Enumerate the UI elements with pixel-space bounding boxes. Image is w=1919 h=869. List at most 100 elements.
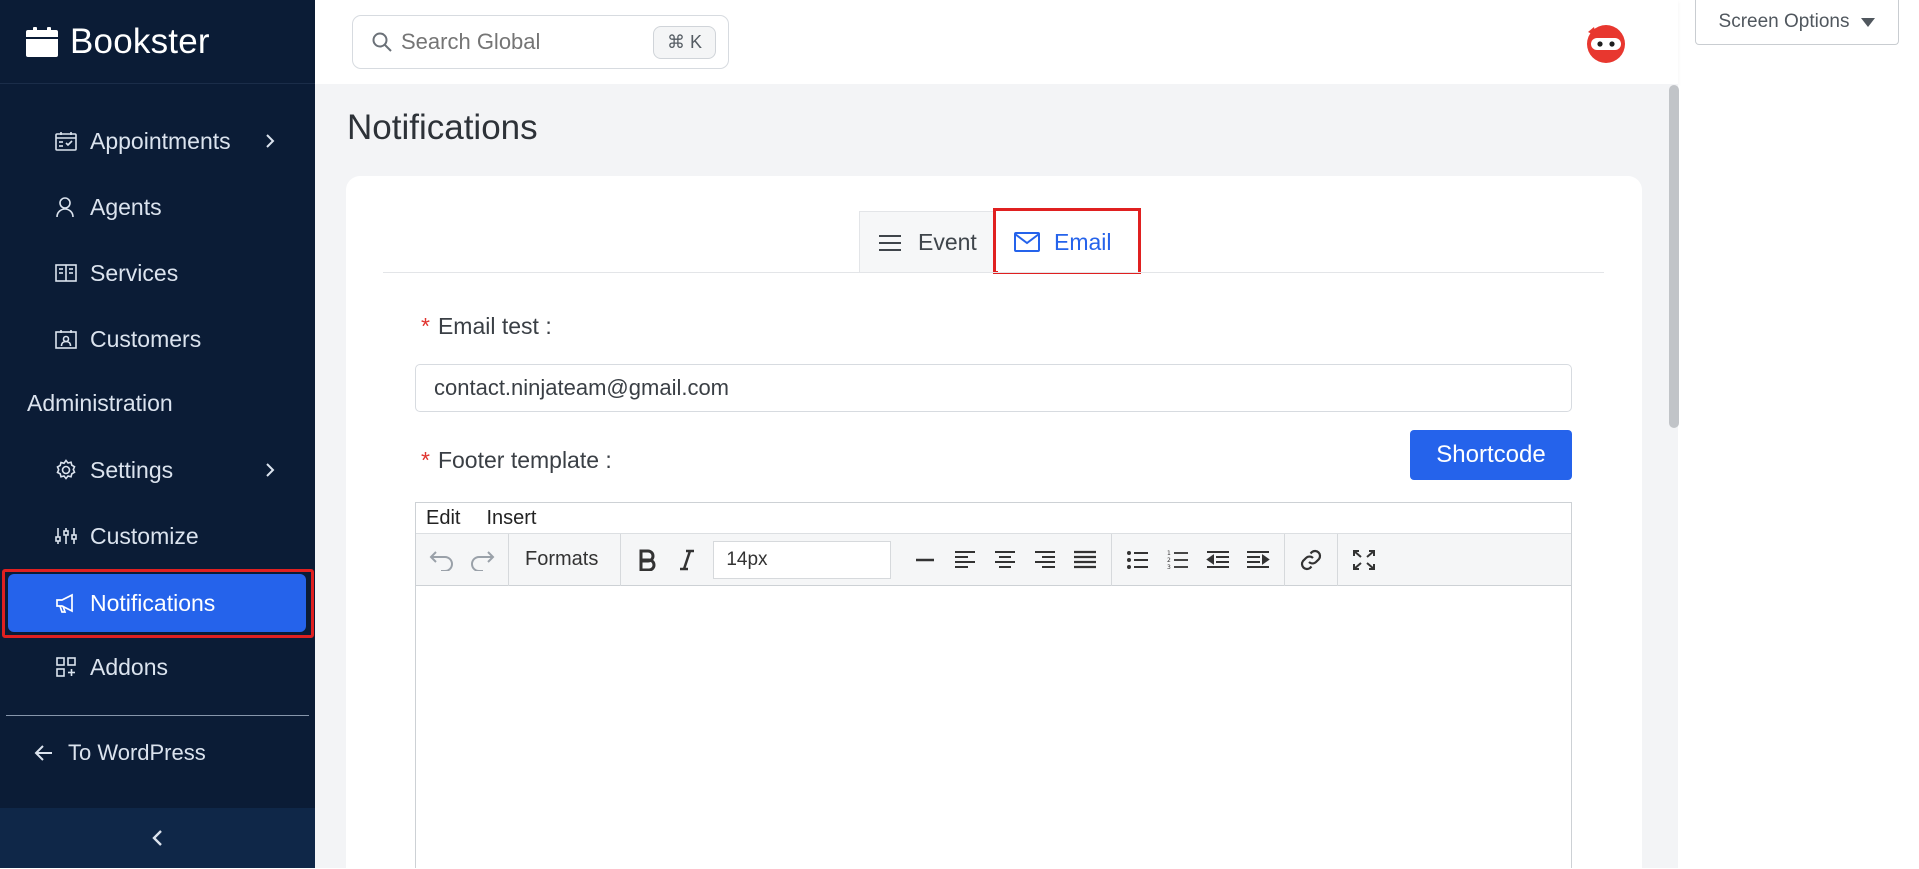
- sidebar-item-label: Notifications: [90, 589, 216, 616]
- svg-text:2: 2: [1167, 557, 1171, 564]
- sidebar-item-appointments[interactable]: Appointments: [0, 112, 315, 170]
- screen-options-label: Screen Options: [1718, 11, 1850, 32]
- text-style-group: 14px: [621, 534, 1111, 586]
- brand[interactable]: Bookster: [0, 0, 315, 84]
- scrollbar[interactable]: [1669, 85, 1679, 428]
- numbered-list-icon: 123: [1167, 550, 1189, 571]
- link-button[interactable]: [1291, 540, 1331, 580]
- sidebar-item-label: Customers: [90, 325, 202, 352]
- required-marker: *: [421, 447, 430, 473]
- undo-icon: [429, 550, 453, 571]
- chevron-right-icon: [266, 134, 275, 148]
- required-marker: *: [421, 313, 430, 339]
- sidebar-item-customers[interactable]: Customers: [0, 310, 315, 368]
- menu-edit[interactable]: Edit: [426, 507, 460, 530]
- link-icon: [1301, 549, 1322, 570]
- global-search[interactable]: ⌘ K: [352, 15, 729, 69]
- history-group: [416, 533, 509, 586]
- top-header: ⌘ K: [315, 0, 1678, 84]
- align-justify-button[interactable]: [1065, 540, 1105, 580]
- contact-card-icon: [54, 327, 78, 351]
- align-center-button[interactable]: [985, 540, 1025, 580]
- sidebar-item-customize[interactable]: Customize: [0, 507, 315, 565]
- formats-dropdown[interactable]: Formats: [515, 548, 614, 571]
- sidebar-divider: [6, 715, 309, 716]
- tab-label: Email: [1054, 228, 1112, 255]
- caret-down-icon: [1861, 17, 1876, 27]
- align-center-icon: [995, 550, 1016, 568]
- tabs-divider: [383, 272, 1604, 273]
- gear-icon: [54, 458, 78, 482]
- shortcode-button[interactable]: Shortcode: [1410, 430, 1572, 480]
- list-group: 123: [1111, 533, 1286, 586]
- bullet-list-button[interactable]: [1118, 540, 1158, 580]
- outdent-button[interactable]: [1198, 540, 1238, 580]
- sidebar-item-services[interactable]: Services: [0, 244, 315, 302]
- to-wordpress-link[interactable]: To WordPress: [32, 735, 206, 771]
- sidebar-item-label: Settings: [90, 456, 174, 483]
- fullscreen-group: [1338, 534, 1390, 586]
- arrow-left-icon: [34, 745, 52, 761]
- sidebar-item-notifications[interactable]: Notifications: [8, 574, 306, 632]
- sidebar-item-label: Services: [90, 259, 179, 286]
- sliders-icon: [54, 524, 78, 548]
- align-right-button[interactable]: [1025, 540, 1065, 580]
- chevron-left-icon: [151, 830, 162, 846]
- fullscreen-icon: [1353, 549, 1376, 570]
- italic-button[interactable]: [667, 540, 707, 580]
- chevron-right-icon: [266, 463, 275, 477]
- link-group: [1285, 533, 1339, 586]
- calendar-check-icon: [54, 129, 78, 153]
- horizontal-rule-button[interactable]: [905, 540, 945, 580]
- grid-icon: [54, 655, 78, 679]
- footer-template-editor: Edit Insert Formats 14px 1 2 3: [415, 502, 1572, 869]
- ninja-logo-icon[interactable]: [1584, 20, 1628, 64]
- tab-email[interactable]: Email: [998, 211, 1138, 273]
- menu-insert[interactable]: Insert: [486, 507, 536, 530]
- svg-text:3: 3: [1167, 564, 1171, 571]
- sidebar-item-agents[interactable]: Agents: [0, 178, 315, 236]
- formats-group: Formats: [509, 533, 622, 586]
- horizontal-rule-icon: [916, 558, 935, 561]
- calendar-logo-icon: [26, 26, 58, 57]
- sidebar-item-label: Appointments: [90, 127, 231, 154]
- screen-options-button[interactable]: Screen Options: [1695, 0, 1899, 45]
- italic-icon: [680, 549, 695, 570]
- indent-button[interactable]: [1238, 540, 1278, 580]
- tab-label: Event: [918, 229, 977, 255]
- sidebar-collapse-button[interactable]: [0, 808, 315, 868]
- align-left-icon: [955, 550, 976, 568]
- indent-icon: [1247, 550, 1271, 568]
- sidebar-section-label: Administration: [27, 390, 173, 416]
- sidebar-item-settings[interactable]: Settings: [0, 441, 315, 499]
- mail-icon: [1014, 230, 1042, 254]
- email-test-input[interactable]: [415, 364, 1572, 412]
- align-justify-icon: [1074, 550, 1097, 568]
- undo-button[interactable]: [422, 540, 462, 580]
- email-test-label: * Email test :: [421, 313, 552, 339]
- align-left-button[interactable]: [945, 540, 985, 580]
- footer-template-label: * Footer template :: [421, 447, 612, 473]
- page-title: Notifications: [347, 108, 538, 147]
- bold-icon: [639, 549, 656, 571]
- bold-button[interactable]: [627, 540, 667, 580]
- to-wordpress-label: To WordPress: [68, 740, 206, 765]
- font-size-select[interactable]: 14px: [713, 540, 892, 579]
- editor-toolbar: Formats 14px 1 2 3: [416, 533, 1571, 586]
- redo-button[interactable]: [462, 540, 502, 580]
- search-shortcut-badge: ⌘ K: [652, 26, 716, 59]
- outdent-icon: [1206, 550, 1230, 568]
- sidebar: Bookster Appointments Agents Services Cu…: [0, 0, 315, 868]
- search-icon: [372, 32, 392, 52]
- editor-menubar: Edit Insert: [416, 503, 1571, 534]
- align-right-icon: [1035, 550, 1056, 568]
- tab-event[interactable]: Event: [859, 211, 995, 273]
- editor-content-area[interactable]: [416, 586, 1571, 869]
- search-input[interactable]: [401, 29, 651, 55]
- svg-text:1: 1: [1167, 550, 1171, 557]
- numbered-list-button[interactable]: 123: [1158, 540, 1198, 580]
- book-open-icon: [54, 261, 78, 285]
- fullscreen-button[interactable]: [1344, 540, 1384, 580]
- sidebar-item-label: Addons: [90, 653, 169, 680]
- sidebar-item-addons[interactable]: Addons: [0, 638, 315, 696]
